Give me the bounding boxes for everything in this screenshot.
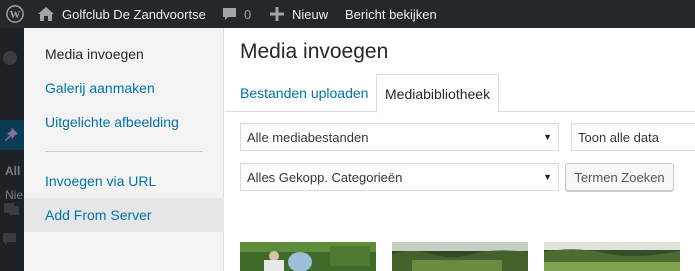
attachment-thumbnail[interactable]: [544, 242, 680, 271]
site-name-link[interactable]: Golfclub De Zandvoortse: [62, 0, 206, 28]
date-filter-value: Toon alle data: [578, 129, 659, 145]
dashboard-icon: [2, 50, 20, 66]
comments-count[interactable]: 0: [244, 0, 251, 28]
chevron-down-icon: ▼: [543, 172, 552, 182]
home-icon[interactable]: [38, 0, 54, 28]
media-modal: Media invoegen Galerij aanmaken Uitgelic…: [24, 28, 695, 271]
frame-title: Media invoegen: [240, 40, 389, 63]
category-select[interactable]: Alles Gekopp. Categorieën ▼: [240, 163, 559, 191]
chevron-down-icon: ▼: [543, 132, 552, 142]
posts-menu-active: [0, 120, 24, 150]
sidebar-text-all: All: [5, 164, 21, 178]
menu-item-add-from-server[interactable]: Add From Server: [24, 198, 224, 232]
attachment-thumbnail[interactable]: [240, 242, 376, 271]
admin-sidebar-background: All Nie: [0, 28, 24, 271]
router-tabs: Bestanden uploaden Mediabibliotheek: [225, 74, 695, 113]
view-post-link[interactable]: Bericht bekijken: [345, 0, 437, 28]
media-frame: Media invoegen Bestanden uploaden Mediab…: [225, 28, 695, 271]
search-terms-button[interactable]: Termen Zoeken: [565, 163, 674, 191]
comments-sidebar-icon: [2, 232, 20, 248]
tab-media-library[interactable]: Mediabibliotheek: [376, 74, 500, 113]
category-value: Alles Gekopp. Categorieën: [247, 169, 403, 185]
attachment-thumbnail[interactable]: [392, 242, 528, 271]
media-icon: [2, 200, 20, 216]
date-filter-select[interactable]: Toon alle data: [571, 123, 695, 151]
menu-item-create-gallery[interactable]: Galerij aanmaken: [24, 71, 224, 105]
wordpress-logo-icon[interactable]: W: [6, 0, 24, 28]
media-type-select[interactable]: Alle mediabestanden ▼: [240, 123, 559, 151]
menu-item-featured-image[interactable]: Uitgelichte afbeelding: [24, 105, 224, 139]
plus-icon[interactable]: [270, 0, 284, 28]
svg-text:W: W: [10, 9, 21, 21]
menu-item-insert-media[interactable]: Media invoegen: [24, 37, 224, 71]
menu-item-insert-from-url[interactable]: Invoegen via URL: [24, 164, 224, 198]
media-menu: Media invoegen Galerij aanmaken Uitgelic…: [24, 28, 224, 271]
tab-upload-files[interactable]: Bestanden uploaden: [232, 74, 376, 112]
media-type-value: Alle mediabestanden: [247, 129, 369, 145]
menu-separator: [45, 151, 203, 152]
new-menu-link[interactable]: Nieuw: [292, 0, 328, 28]
comments-icon[interactable]: [222, 0, 237, 28]
pin-icon: [5, 128, 18, 141]
admin-bar: W Golfclub De Zandvoortse 0 Nieuw Berich…: [0, 0, 695, 28]
